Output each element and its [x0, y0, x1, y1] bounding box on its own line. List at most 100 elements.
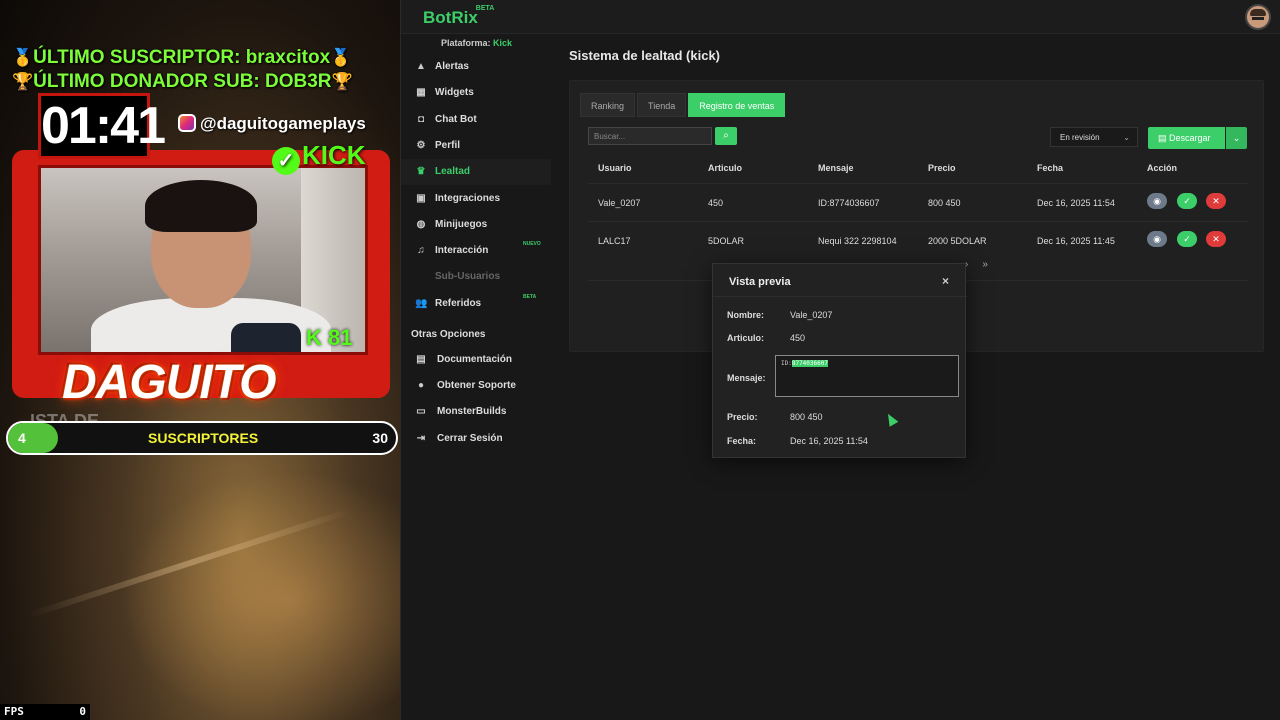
modal-field-mensaje: Mensaje: — [727, 373, 766, 383]
sidebar-item-documentacion[interactable]: ▤ Documentación — [401, 347, 551, 373]
sidebar-item-lealtad[interactable]: ♛ Lealtad — [401, 159, 551, 185]
platform-indicator: Plataforma: Kick — [441, 38, 512, 48]
download-label: Descargar — [1169, 133, 1211, 143]
robot-icon: ◘ — [417, 114, 425, 125]
warning-icon: ▲ — [416, 61, 426, 72]
message-prefix: ID: — [781, 360, 792, 367]
cell-mensaje: ID:8774036607 — [818, 198, 880, 208]
last-page-button[interactable]: » — [982, 259, 988, 270]
sidebar-item-integraciones[interactable]: ▣ Integraciones — [401, 186, 551, 212]
sidebar-item-referidos[interactable]: 👥 Referidos BETA — [401, 291, 551, 317]
kick-tag: ✓ KICK — [272, 140, 366, 175]
column-mensaje: Mensaje — [818, 163, 854, 173]
platform-value: Kick — [493, 38, 513, 48]
sidebar-item-alertas[interactable]: ▲ Alertas — [401, 54, 551, 80]
download-button[interactable]: ▤ Descargar — [1148, 127, 1225, 149]
goal-label: SUSCRIPTORES — [148, 430, 259, 446]
close-icon: ✕ — [1212, 234, 1220, 244]
sidebar-item-label: Obtener Soporte — [437, 380, 516, 391]
trophy-icon: 🏆 — [331, 72, 353, 91]
sidebar-item-obtener-soporte[interactable]: ● Obtener Soporte — [401, 373, 551, 399]
file-icon: ▤ — [1158, 133, 1170, 143]
table-row: LALC17 5DOLAR Nequi 322 2298104 2000 5DO… — [588, 221, 1248, 257]
sidebar-item-label: Widgets — [435, 87, 474, 98]
sidebar-item-chat-bot[interactable]: ◘ Chat Bot — [401, 107, 551, 133]
close-icon[interactable]: × — [942, 274, 949, 288]
sidebar-item-label: Sub-Usuarios — [435, 271, 501, 282]
medal-icon: 🥇 — [330, 48, 352, 67]
microphone — [231, 323, 301, 352]
kick-label: KICK — [302, 140, 366, 170]
search-button[interactable]: ⌕ — [715, 127, 737, 145]
cell-precio: 800 450 — [928, 198, 961, 208]
tab-registro-de-ventas[interactable]: Registro de ventas — [688, 93, 786, 117]
music-icon: ♫ — [417, 245, 425, 256]
background-glow — [120, 470, 400, 720]
sidebar-item-label: Minijuegos — [435, 219, 488, 230]
sidebar-item-interaccion[interactable]: ♫ Interacción NUEVO — [401, 238, 551, 264]
sidebar-item-sub-usuarios[interactable]: Sub-Usuarios — [401, 264, 551, 290]
document-icon: ▤ — [416, 354, 426, 365]
page-title: Sistema de lealtad (kick) — [569, 48, 721, 63]
field-label: Mensaje: — [727, 373, 766, 383]
sidebar-item-label: Chat Bot — [435, 114, 477, 125]
approve-button[interactable]: ✓ — [1177, 231, 1197, 247]
last-donor-line: 🏆ÚLTIMO DONADOR SUB: DOB3R🏆 — [12, 71, 353, 93]
streamer-hair — [145, 180, 257, 232]
search-icon: ⌕ — [723, 130, 729, 141]
verified-check-icon: ✓ — [272, 147, 300, 175]
cell-fecha: Dec 16, 2025 11:54 — [1037, 198, 1115, 208]
cell-fecha: Dec 16, 2025 11:45 — [1037, 236, 1115, 246]
sidebar-item-monsterbuilds[interactable]: ▭ MonsterBuilds — [401, 399, 551, 425]
column-precio: Precio — [928, 163, 956, 173]
field-label: Fecha: — [727, 436, 757, 446]
integrations-icon: ▣ — [416, 193, 426, 204]
fps-counter: FPS 0 — [0, 704, 90, 720]
tab-bar: Ranking Tienda Registro de ventas — [580, 93, 787, 117]
modal-header: Vista previa × — [713, 264, 967, 297]
view-button[interactable]: ◉ — [1147, 193, 1167, 209]
logout-icon: ⇥ — [416, 433, 426, 444]
view-button[interactable]: ◉ — [1147, 231, 1167, 247]
cell-articulo: 5DOLAR — [708, 236, 745, 246]
download-options-button[interactable]: ⌄ — [1226, 127, 1247, 149]
sidebar-item-perfil[interactable]: ⚙ Perfil — [401, 133, 551, 159]
sidebar-item-widgets[interactable]: ▦ Widgets — [401, 80, 551, 106]
message-textarea[interactable]: ID:8774036607 — [775, 355, 959, 397]
tab-ranking[interactable]: Ranking — [580, 93, 636, 117]
instagram-icon — [178, 114, 196, 132]
sidebar-item-label: Interacción — [435, 245, 489, 256]
sidebar-item-cerrar-sesion[interactable]: ⇥ Cerrar Sesión — [401, 426, 551, 452]
approve-button[interactable]: ✓ — [1177, 193, 1197, 209]
cell-precio: 2000 5DOLAR — [928, 236, 987, 246]
field-label: Nombre: — [727, 310, 765, 320]
tab-tienda[interactable]: Tienda — [637, 93, 687, 117]
table-row: Vale_0207 450 ID:8774036607 800 450 Dec … — [588, 183, 1248, 219]
botrix-logo[interactable]: BotRixBETA — [423, 5, 496, 28]
close-icon: ✕ — [1212, 196, 1220, 206]
reject-button[interactable]: ✕ — [1206, 231, 1226, 247]
kick-badge: K 81 — [306, 325, 353, 350]
eye-icon: ◉ — [1153, 196, 1161, 206]
status-filter-select[interactable]: En revisión ⌄ — [1050, 127, 1138, 147]
search-input[interactable] — [588, 127, 712, 145]
sidebar: Plataforma: Kick ▲ Alertas ▦ Widgets ◘ Chat… — [401, 34, 551, 720]
sidebar-item-label: Referidos — [435, 298, 482, 309]
chevron-down-icon: ⌄ — [1232, 133, 1241, 143]
trophy-icon: ♛ — [416, 166, 426, 177]
user-avatar[interactable] — [1245, 4, 1271, 30]
column-usuario: Usuario — [598, 163, 632, 173]
fps-value: 0 — [79, 705, 86, 718]
reject-button[interactable]: ✕ — [1206, 193, 1226, 209]
table-header: Usuario Articulo Mensaje Precio Fecha Ac… — [588, 163, 1248, 183]
new-badge: NUEVO — [523, 241, 541, 247]
column-articulo: Articulo — [708, 163, 743, 173]
medal-icon: 🥇 — [12, 48, 34, 67]
field-value: 800 450 — [790, 412, 823, 422]
sidebar-item-minijuegos[interactable]: ◍ Minijuegos — [401, 212, 551, 238]
column-accion: Acción — [1147, 163, 1178, 173]
modal-title: Vista previa — [729, 276, 791, 288]
users-icon: 👥 — [415, 298, 428, 309]
gear-icon: ⚙ — [416, 140, 426, 151]
field-label: Precio: — [727, 412, 758, 422]
